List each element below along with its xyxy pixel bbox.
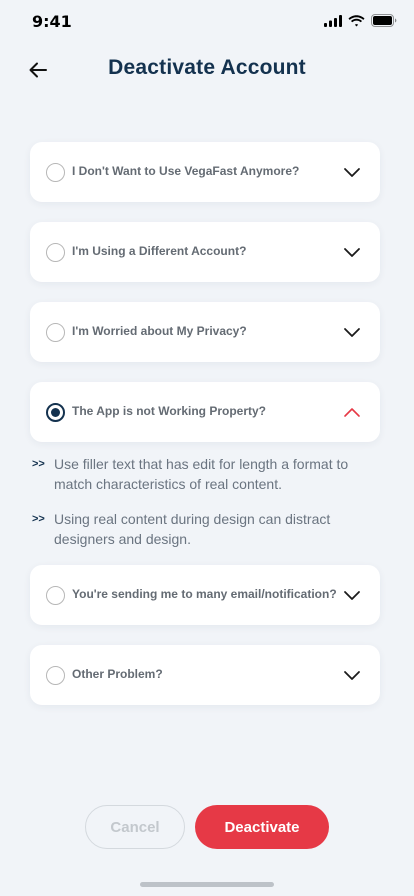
status-bar: 9:41 xyxy=(0,0,414,44)
status-icons xyxy=(324,14,398,27)
deactivate-button[interactable]: Deactivate xyxy=(195,805,329,849)
detail-text: Use filler text that has edit for length… xyxy=(54,456,349,492)
reason-option-selected[interactable]: The App is not Working Property? xyxy=(30,382,380,442)
bullet-icon: >> xyxy=(32,458,45,470)
reason-option[interactable]: I'm Worried about My Privacy? xyxy=(30,302,380,362)
radio-button[interactable] xyxy=(46,163,65,182)
header: Deactivate Account xyxy=(0,44,414,96)
detail-text: Using real content during design can dis… xyxy=(54,511,331,547)
radio-button[interactable] xyxy=(46,586,65,605)
reason-option[interactable]: You're sending me to many email/notifica… xyxy=(30,565,380,625)
radio-button-selected[interactable] xyxy=(46,403,65,422)
home-indicator xyxy=(140,882,274,887)
battery-icon xyxy=(371,14,397,27)
chevron-down-icon[interactable] xyxy=(342,667,362,683)
reason-label: I'm Using a Different Account? xyxy=(72,244,247,258)
chevron-down-icon[interactable] xyxy=(342,324,362,340)
reasons-list: I Don't Want to Use VegaFast Anymore? I'… xyxy=(30,142,380,725)
radio-button[interactable] xyxy=(46,243,65,262)
reason-option[interactable]: I Don't Want to Use VegaFast Anymore? xyxy=(30,142,380,202)
radio-button[interactable] xyxy=(46,323,65,342)
reason-option[interactable]: I'm Using a Different Account? xyxy=(30,222,380,282)
radio-button[interactable] xyxy=(46,666,65,685)
chevron-down-icon[interactable] xyxy=(342,164,362,180)
bullet-icon: >> xyxy=(32,513,45,525)
reason-label: The App is not Working Property? xyxy=(72,404,267,418)
detail-item: >> Use filler text that has edit for len… xyxy=(30,454,380,494)
signal-icon xyxy=(324,14,342,27)
detail-item: >> Using real content during design can … xyxy=(30,509,380,549)
wifi-icon xyxy=(348,14,365,26)
cancel-button[interactable]: Cancel xyxy=(85,805,185,849)
reason-details: >> Use filler text that has edit for len… xyxy=(30,454,380,549)
chevron-down-icon[interactable] xyxy=(342,244,362,260)
reason-label: I'm Worried about My Privacy? xyxy=(72,324,247,338)
reason-label: I Don't Want to Use VegaFast Anymore? xyxy=(72,164,300,178)
chevron-down-icon[interactable] xyxy=(342,587,362,603)
page-title: Deactivate Account xyxy=(108,56,306,79)
status-time: 9:41 xyxy=(32,12,72,31)
chevron-up-icon[interactable] xyxy=(342,404,362,420)
reason-label: You're sending me to many email/notifica… xyxy=(72,587,337,601)
reason-label: Other Problem? xyxy=(72,667,163,681)
reason-option[interactable]: Other Problem? xyxy=(30,645,380,705)
